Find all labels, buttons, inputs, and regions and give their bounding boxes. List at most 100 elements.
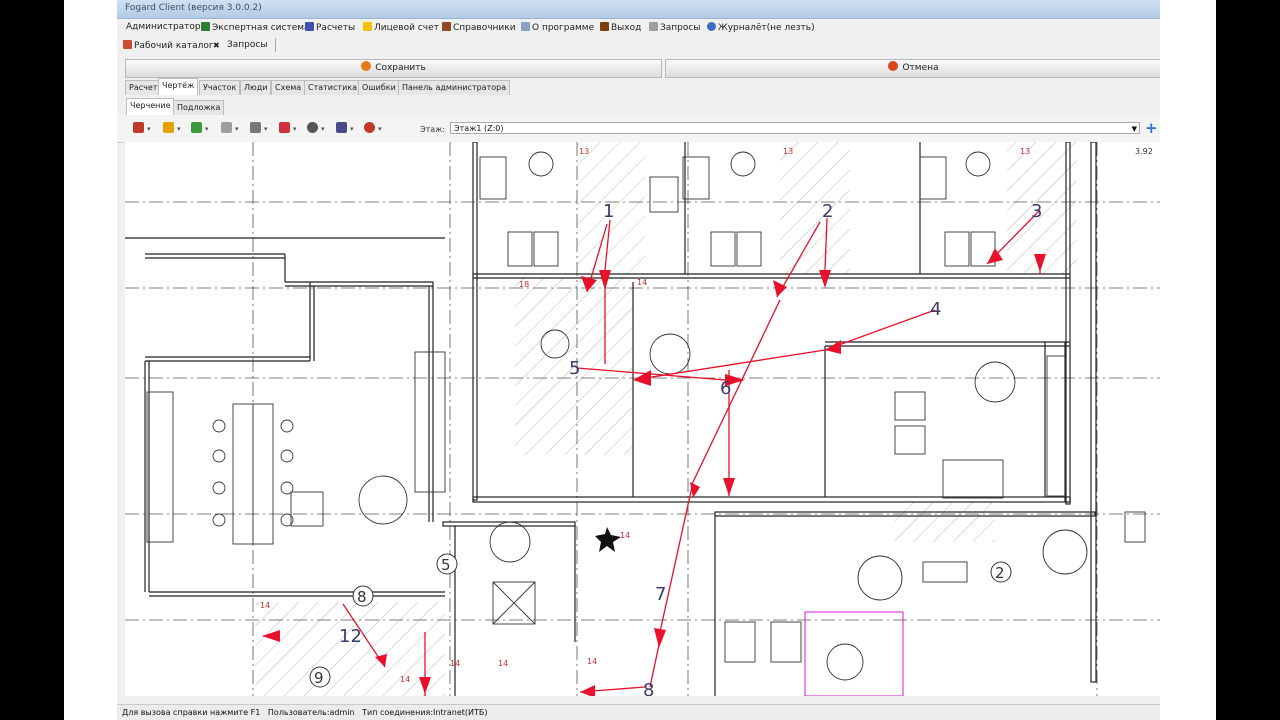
- zoom-button[interactable]: ▾: [307, 122, 329, 134]
- drawing-small-label: 13: [1020, 147, 1030, 156]
- menu-expert-system-label: Экспертная система: [212, 23, 310, 33]
- dropdown-arrow-icon: ▾: [378, 125, 382, 133]
- floor-plan-svg[interactable]: 13 13 13 14 18 14 14 14 14 14 14 3.92 1 …: [125, 141, 1160, 701]
- tab-admin-panel[interactable]: Панель администратора: [398, 80, 511, 95]
- right-white-pillar: [1160, 0, 1216, 720]
- menu-personal-account[interactable]: Лицевой счет: [363, 22, 439, 33]
- dropdown-arrow-icon: ▾: [205, 125, 209, 133]
- drawing-small-label: 13: [783, 147, 793, 156]
- menu-journal-label: Журналёт(не лезть): [718, 23, 815, 33]
- search-icon: [364, 122, 375, 133]
- menu-exit-label: Выход: [611, 23, 642, 33]
- chevron-down-icon: ▼: [1131, 125, 1137, 133]
- menu-queries[interactable]: Запросы: [649, 22, 700, 33]
- room-marker: 8: [357, 588, 367, 606]
- table-button[interactable]: ▾: [133, 122, 155, 134]
- route-label: 3: [1031, 201, 1042, 222]
- status-help: Для вызова справки нажмите F1: [122, 708, 261, 717]
- cancel-button-label: Отмена: [902, 63, 939, 73]
- measure-icon: [221, 122, 232, 133]
- room-marker: 9: [314, 669, 324, 687]
- menu-expert-system[interactable]: Экспертная система: [201, 22, 310, 33]
- menu-queries-label: Запросы: [660, 23, 701, 33]
- image-icon: [279, 122, 290, 133]
- route-label: 8: [643, 680, 654, 696]
- drawing-small-label: 3.92: [1135, 147, 1153, 156]
- room-marker: 5: [441, 556, 451, 574]
- drawing-small-label: 18: [519, 280, 529, 289]
- measure-button[interactable]: ▾: [221, 122, 243, 134]
- dropdown-arrow-icon: ▾: [350, 125, 354, 133]
- tab-statistics[interactable]: Статистика: [304, 80, 361, 95]
- dropdown-arrow-icon: ▾: [177, 125, 181, 133]
- hatch-zone: [895, 502, 995, 542]
- save-button-label: Сохранить: [375, 63, 426, 73]
- menu-exit[interactable]: Выход: [600, 22, 641, 33]
- menu-about[interactable]: О программе: [521, 22, 594, 33]
- menu-calculations[interactable]: Расчеты: [305, 22, 355, 33]
- tab-separator: [275, 38, 276, 52]
- zoom-icon: [307, 122, 318, 133]
- tab-errors[interactable]: Ошибки: [358, 80, 400, 95]
- tab-drawing[interactable]: Чертёж: [158, 78, 199, 95]
- menu-admin-label: Администратор: [126, 22, 201, 32]
- layers-button[interactable]: ▾: [191, 122, 213, 134]
- floor-plan-canvas[interactable]: 13 13 13 14 18 14 14 14 14 14 14 3.92 1 …: [125, 141, 1160, 701]
- plant-icon: [595, 527, 621, 552]
- window-title: Fogard Client (версия 3.0.0.2): [125, 3, 262, 13]
- floor-select[interactable]: Этаж1 (Z:0) ▼: [450, 122, 1140, 134]
- tab-queries[interactable]: Запросы: [227, 40, 267, 50]
- main-menu: Администратор Экспертная система Расчеты…: [117, 19, 1160, 37]
- info-icon: [521, 22, 530, 31]
- document-button[interactable]: ▾: [250, 122, 272, 134]
- tab-people[interactable]: Люди: [240, 80, 272, 95]
- menu-personal-account-label: Лицевой счет: [374, 23, 439, 33]
- save-icon: [361, 61, 372, 71]
- tab-plot[interactable]: Участок: [199, 80, 241, 95]
- dropdown-arrow-icon: ▾: [293, 125, 297, 133]
- search-button[interactable]: ▾: [364, 122, 386, 134]
- route-label: 4: [930, 299, 941, 320]
- tab-scheme[interactable]: Схема: [271, 80, 306, 95]
- drawing-small-label: 14: [400, 675, 410, 684]
- menu-journal[interactable]: Журналёт(не лезть): [707, 22, 815, 33]
- document-icon: [250, 122, 261, 133]
- tab-drafting[interactable]: Черчение: [126, 98, 175, 115]
- book-icon: [442, 22, 451, 31]
- cancel-icon: [888, 61, 899, 71]
- add-floor-icon[interactable]: +: [1145, 119, 1158, 137]
- drawing-small-label: 14: [637, 278, 647, 287]
- folder-icon: [123, 40, 132, 49]
- document-tabs: Рабочий каталог ✖ Запросы: [117, 37, 1160, 55]
- tab-workdir-label: Рабочий каталог: [134, 41, 214, 51]
- status-connection: Тип соединения:Intranet(ИТБ): [362, 708, 488, 717]
- calc-icon: [305, 22, 314, 31]
- tab-workdir[interactable]: Рабочий каталог: [123, 40, 214, 51]
- exit-icon: [600, 22, 609, 31]
- title-bar: Fogard Client (версия 3.0.0.2): [117, 0, 1160, 19]
- image-button[interactable]: ▾: [279, 122, 301, 134]
- close-icon[interactable]: ✖: [213, 41, 220, 50]
- drawing-small-label: 14: [498, 659, 508, 668]
- save-button[interactable]: Сохранить: [125, 59, 662, 78]
- menu-admin[interactable]: Администратор: [126, 22, 201, 32]
- save-file-button[interactable]: ▾: [336, 122, 358, 134]
- globe-icon: [707, 22, 716, 31]
- drawing-small-label: 14: [450, 659, 460, 668]
- account-icon: [363, 22, 372, 31]
- main-tabs: Расчет Чертёж Участок Люди Схема Статист…: [117, 78, 1160, 96]
- tab-calculation[interactable]: Расчет: [125, 80, 162, 95]
- pencil-button[interactable]: ▾: [163, 122, 185, 134]
- menu-references[interactable]: Справочники: [442, 22, 516, 33]
- cancel-button[interactable]: Отмена: [665, 59, 1160, 78]
- route-label: 2: [822, 201, 833, 222]
- tab-underlay[interactable]: Подложка: [173, 100, 225, 115]
- route-label: 6: [720, 378, 731, 399]
- pencil-icon: [163, 122, 174, 133]
- expert-icon: [201, 22, 210, 31]
- route-label: 5: [569, 358, 580, 379]
- floor-select-value: Этаж1 (Z:0): [454, 124, 504, 133]
- left-white-pillar: [64, 0, 117, 720]
- room-marker: 2: [995, 564, 1005, 582]
- dropdown-arrow-icon: ▾: [147, 125, 151, 133]
